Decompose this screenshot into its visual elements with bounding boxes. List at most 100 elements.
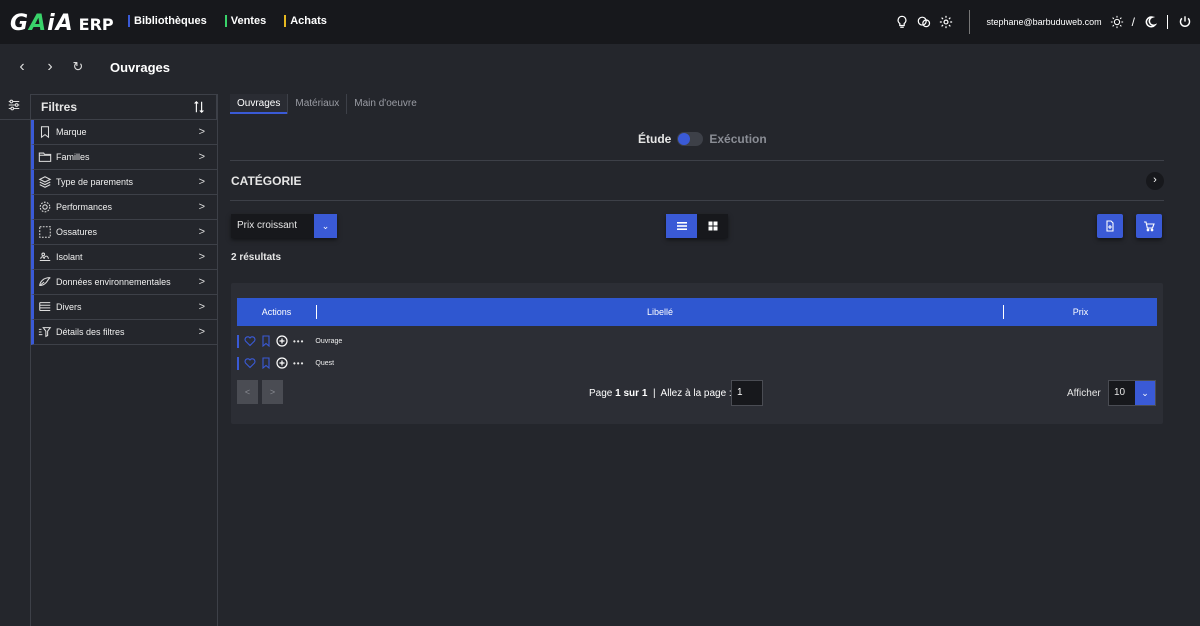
toolbar-divider	[969, 10, 971, 34]
filter-details-filtres[interactable]: Détails des filtres >	[31, 320, 217, 345]
cart-button[interactable]	[1136, 214, 1162, 238]
page-title: Ouvrages	[110, 59, 170, 75]
row-indicator	[237, 356, 239, 370]
chevron-right-icon: >	[198, 151, 205, 163]
insulation-icon	[39, 252, 51, 262]
top-nav: Bibliothèques Ventes Achats	[128, 15, 327, 27]
folder-icon	[38, 152, 52, 162]
filters-panel: Filtres Marque > Familles > Type de pare…	[31, 94, 218, 626]
frame-icon	[39, 226, 51, 238]
list-view-button[interactable]	[666, 214, 697, 238]
cog-icon	[39, 201, 51, 213]
page-info: Page 1 sur 1 | Allez à la page :	[589, 388, 732, 399]
back-button[interactable]: ‹	[16, 58, 28, 76]
divider	[230, 200, 1164, 201]
toggle-knob	[678, 133, 691, 145]
per-page-label: Afficher	[1067, 388, 1101, 399]
top-bar: GAiA ERP Bibliothèques Ventes Achats ste…	[0, 0, 1200, 44]
col-actions[interactable]: Actions	[237, 305, 317, 319]
filter-label: Performances	[56, 202, 113, 212]
filters-header: Filtres	[31, 94, 217, 120]
bookmark-icon[interactable]	[261, 357, 271, 369]
gear-icon[interactable]	[939, 15, 953, 29]
logo-text: GAiA	[10, 11, 74, 36]
results-count: 2 résultats	[231, 252, 282, 263]
nav-ventes[interactable]: Ventes	[224, 15, 266, 27]
bookmark-icon[interactable]	[261, 335, 271, 347]
filters-title: Filtres	[41, 100, 78, 114]
tabs: Ouvrages Matériaux Main d'oeuvre	[230, 94, 1164, 114]
tab-materiaux[interactable]: Matériaux	[287, 94, 346, 114]
filter-isolant[interactable]: Isolant >	[31, 245, 217, 270]
sun-icon[interactable]	[1110, 15, 1124, 29]
filter-type-parements[interactable]: Type de parements >	[31, 170, 217, 195]
filter-label: Type de parements	[56, 177, 134, 187]
export-button[interactable]	[1097, 214, 1123, 238]
chevron-right-icon: >	[198, 226, 205, 238]
row-label: Quest	[315, 359, 335, 367]
more-icon[interactable]: •••	[293, 359, 304, 368]
moon-icon[interactable]	[1143, 15, 1157, 29]
table-row[interactable]: ••• Ouvrage	[237, 334, 342, 348]
file-plus-icon	[1106, 220, 1114, 232]
tab-ouvrages[interactable]: Ouvrages	[230, 94, 288, 114]
chevron-right-icon: >	[198, 201, 205, 213]
col-prix[interactable]: Prix	[1004, 307, 1157, 317]
chat-icon[interactable]	[917, 15, 931, 29]
add-circle-icon[interactable]	[276, 357, 288, 369]
sub-header: ‹ › ↻ Ouvrages	[0, 44, 1200, 90]
toggle-label-etude: Étude	[638, 132, 672, 146]
nav-bibliotheques[interactable]: Bibliothèques	[128, 15, 207, 27]
per-page-select[interactable]: 10 ⌄	[1108, 380, 1156, 406]
next-page-button[interactable]: >	[262, 380, 283, 404]
chevron-right-icon: >	[198, 251, 205, 263]
nav-achats[interactable]: Achats	[284, 15, 327, 27]
row-label: Ouvrage	[315, 337, 343, 345]
refresh-button[interactable]: ↻	[72, 59, 84, 75]
sort-arrows-icon[interactable]	[192, 100, 206, 114]
filter-label: Divers	[56, 302, 82, 312]
table-row[interactable]: ••• Quest	[237, 356, 334, 370]
filter-label: Familles	[56, 152, 90, 162]
cart-icon	[1144, 221, 1155, 232]
filter-donnees-environnementales[interactable]: Données environnementales >	[31, 270, 217, 295]
mode-toggle-row: Étude Exécution	[638, 132, 767, 146]
goto-page-input[interactable]: 1	[731, 380, 763, 406]
user-email[interactable]: stephane@barbuduweb.com	[986, 17, 1101, 27]
filter-divers[interactable]: Divers >	[31, 295, 217, 320]
power-icon[interactable]	[1178, 15, 1192, 29]
filter-marque[interactable]: Marque >	[31, 120, 217, 145]
mode-toggle[interactable]	[677, 132, 704, 146]
sort-select[interactable]: Prix croissant ⌄	[231, 214, 337, 238]
page-current: 1 sur 1	[615, 388, 648, 399]
tab-main-oeuvre[interactable]: Main d'oeuvre	[346, 94, 424, 114]
leaf-icon	[39, 277, 51, 287]
chevron-down-icon[interactable]: ⌄	[1135, 381, 1155, 405]
category-expand-button[interactable]: ›	[1146, 172, 1164, 190]
app-logo[interactable]: GAiA ERP	[10, 8, 114, 36]
filter-label: Données environnementales	[56, 277, 171, 287]
lightbulb-icon[interactable]	[895, 15, 909, 29]
filter-performances[interactable]: Performances >	[31, 195, 217, 220]
heart-icon[interactable]	[244, 335, 256, 347]
divider	[230, 160, 1164, 161]
category-title: CATÉGORIE	[231, 174, 302, 188]
filter-familles[interactable]: Familles >	[31, 145, 217, 170]
chevron-down-icon[interactable]: ⌄	[314, 214, 337, 238]
forward-button[interactable]: ›	[44, 58, 56, 76]
filter-label: Ossatures	[56, 227, 98, 237]
add-circle-icon[interactable]	[276, 335, 288, 347]
filter-settings-icon[interactable]	[7, 98, 21, 112]
filter-label: Isolant	[56, 252, 83, 262]
prev-page-button[interactable]: <	[237, 380, 258, 404]
heart-icon[interactable]	[244, 357, 256, 369]
chevron-right-icon: >	[198, 176, 205, 188]
more-icon[interactable]: •••	[293, 337, 304, 346]
toggle-label-execution: Exécution	[709, 132, 767, 146]
filter-label: Détails des filtres	[56, 327, 125, 337]
filter-ossatures[interactable]: Ossatures >	[31, 220, 217, 245]
col-libelle[interactable]: Libellé	[317, 305, 1004, 319]
per-page-value: 10	[1109, 381, 1135, 405]
filter-label: Marque	[56, 127, 87, 137]
grid-view-button[interactable]	[697, 214, 728, 238]
